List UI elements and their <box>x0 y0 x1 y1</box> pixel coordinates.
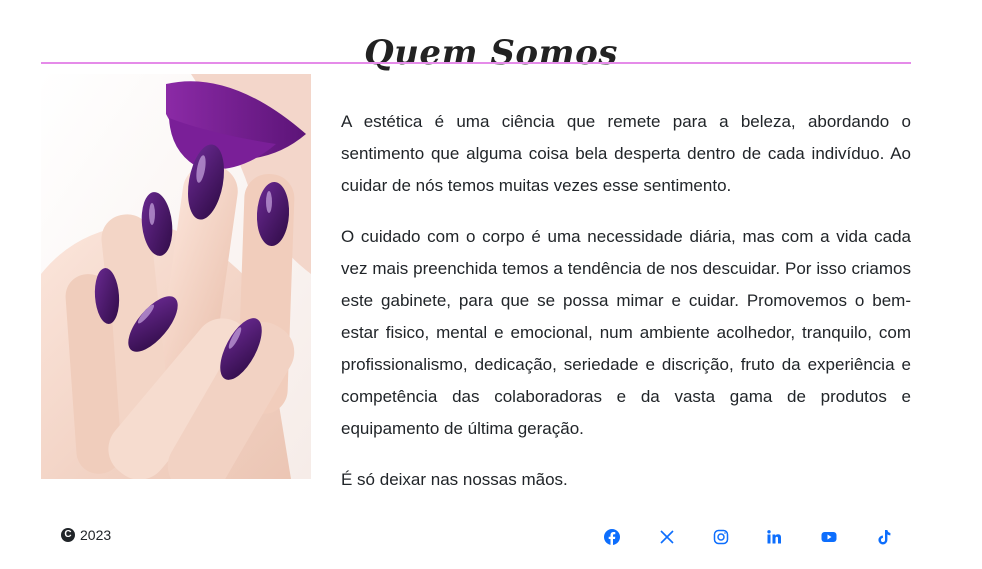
hero-photo-hands-purple-nails <box>41 74 311 479</box>
social-links <box>600 527 900 547</box>
facebook-icon[interactable] <box>602 527 622 547</box>
copyright-icon: C <box>61 528 75 542</box>
instagram-icon[interactable] <box>711 527 731 547</box>
copyright: C 2023 <box>61 527 111 543</box>
tiktok-icon[interactable] <box>874 527 894 547</box>
title-divider <box>41 62 911 64</box>
about-paragraph-3: É só deixar nas nossas mãos. <box>341 470 568 489</box>
about-paragraph-2: O cuidado com o corpo é uma necessidade … <box>341 227 911 438</box>
x-icon[interactable] <box>657 527 677 547</box>
linkedin-icon[interactable] <box>764 527 784 547</box>
about-text: A estética é uma ciência que remete para… <box>341 106 911 515</box>
youtube-icon[interactable] <box>819 527 839 547</box>
page-title: Quem Somos <box>364 32 618 73</box>
about-paragraph-1: A estética é uma ciência que remete para… <box>341 112 911 195</box>
copyright-year: 2023 <box>80 527 112 543</box>
